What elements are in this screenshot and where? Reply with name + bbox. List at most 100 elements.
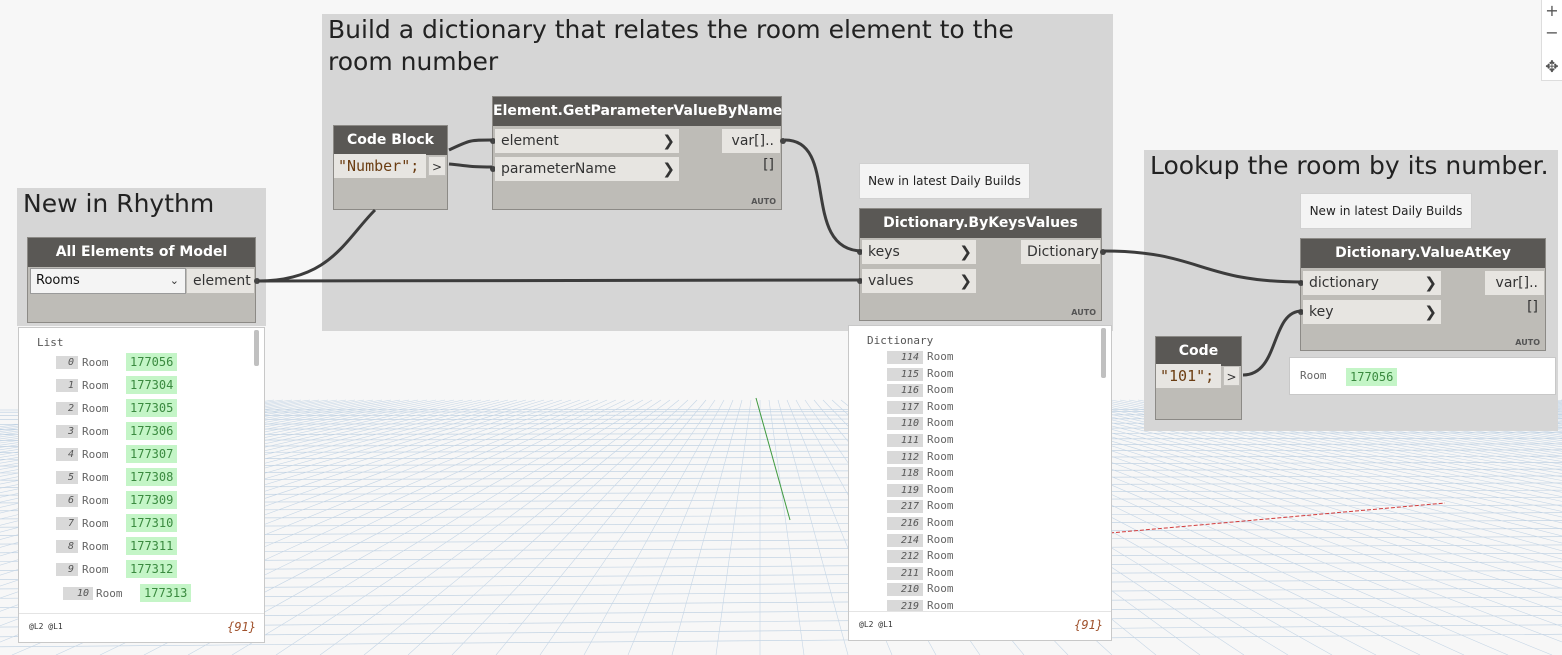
chevron-right-icon: ❯ — [959, 243, 972, 261]
row-index: 8 — [56, 540, 78, 553]
row-label: Room — [1300, 369, 1327, 382]
entry-key: 214 — [887, 533, 923, 547]
port-label: var[]..[] — [1495, 275, 1538, 315]
entry-key: 115 — [887, 367, 923, 381]
node-element-getparametervaluebyname[interactable]: Element.GetParameterValueByName element … — [490, 96, 786, 210]
input-port-element[interactable]: element ❯ — [495, 129, 679, 153]
node-all-elements-of-model-category[interactable]: All Elements of Model Category Rooms ⌄ e… — [27, 237, 260, 323]
row-label: Room — [82, 517, 109, 530]
zoom-controls: + − ✥ — [1541, 0, 1562, 81]
output-connector-dot[interactable] — [780, 138, 786, 144]
row-label: Room — [96, 587, 123, 600]
list-item: 3 Room 177306 — [19, 422, 249, 442]
entry-key: 114 — [887, 351, 923, 364]
item-count: {91} — [1074, 618, 1103, 632]
group-title: Lookup the room by its number. — [1150, 151, 1549, 180]
port-label: var[]..[] — [731, 133, 774, 173]
list-levels[interactable]: @L2 @L1 — [859, 620, 893, 629]
entry-key: 212 — [887, 550, 923, 564]
preview-footer: @L2 @L1 {91} — [19, 613, 264, 642]
port-label: key — [1309, 304, 1334, 320]
port-label: keys — [868, 244, 900, 260]
note-daily-builds[interactable]: New in latest Daily Builds — [1300, 193, 1472, 229]
entry-label: Room — [927, 565, 954, 579]
node-title: Dictionary.ByKeysValues — [860, 209, 1101, 238]
code-editor[interactable]: "101"; — [1156, 364, 1221, 388]
row-label: Room — [82, 402, 109, 415]
row-value: 177309 — [126, 491, 178, 509]
entry-label: Room — [927, 350, 954, 363]
row-value: 177312 — [126, 560, 178, 578]
input-port-values[interactable]: values ❯ — [862, 269, 976, 293]
list-item: 8 Room 177311 — [19, 537, 249, 557]
preview-list[interactable]: List 0 Room 177056 1 Room 177304 2 Room 177305 3 R… — [18, 327, 265, 643]
code-editor[interactable]: "Number"; — [334, 154, 426, 178]
output-port-dictionary[interactable]: Dictionary — [1021, 240, 1100, 264]
preview-scrollbar[interactable] — [1101, 328, 1106, 378]
entry-key: 116 — [887, 384, 923, 398]
entry-key: 118 — [887, 467, 923, 481]
list-levels[interactable]: @L2 @L1 — [29, 622, 63, 631]
list-item: 6 Room 177309 — [19, 491, 249, 511]
node-title: Element.GetParameterValueByName — [493, 97, 782, 126]
output-port-var[interactable]: var[]..[] — [1485, 271, 1544, 315]
input-port-keys[interactable]: keys ❯ — [862, 240, 976, 264]
entry-key: 217 — [887, 500, 923, 514]
preview-header: List — [37, 336, 64, 349]
row-value: 177304 — [126, 376, 178, 394]
node-title: All Elements of Model Category — [28, 238, 255, 289]
output-port-var[interactable]: var[]..[] — [722, 129, 780, 173]
category-dropdown[interactable]: Rooms ⌄ — [30, 268, 186, 294]
node-dictionary-valueatkey[interactable]: Dictionary.ValueAtKey dictionary ❯ key ❯… — [1298, 238, 1546, 351]
group-title: Build a dictionary that relates the room… — [328, 15, 1022, 76]
row-index: 0 — [56, 356, 78, 369]
entry-label: Room — [927, 499, 954, 513]
entry-key: 117 — [887, 400, 923, 414]
entry-label: Room — [927, 466, 954, 480]
output-connector-dot[interactable] — [1100, 249, 1106, 255]
list-item: 7 Room 177310 — [19, 514, 249, 534]
entry-label: Room — [927, 383, 954, 397]
chevron-right-icon: ❯ — [1424, 274, 1437, 292]
entry-label: Room — [927, 449, 954, 463]
row-label: Room — [82, 494, 109, 507]
input-port-parametername[interactable]: parameterName ❯ — [495, 157, 679, 181]
zoom-in-button[interactable]: + — [1542, 0, 1562, 22]
input-port-dictionary[interactable]: dictionary ❯ — [1303, 271, 1441, 295]
entry-key: 216 — [887, 517, 923, 530]
row-value: 177311 — [126, 537, 178, 555]
preview-dictionary[interactable]: Dictionary 114 Room 115 Room 116 Room 117 Room 1… — [848, 325, 1112, 641]
node-code-block-101[interactable]: Code Block "101"; > — [1155, 336, 1242, 420]
row-value: 177308 — [126, 468, 178, 486]
input-port-key[interactable]: key ❯ — [1303, 300, 1441, 324]
list-item: 2 Room 177305 — [19, 399, 249, 419]
note-text: New in latest Daily Builds — [1309, 204, 1463, 218]
row-value: 177307 — [126, 445, 178, 463]
entry-label: Room — [927, 416, 954, 430]
output-connector-dot[interactable] — [254, 278, 260, 284]
row-index: 3 — [56, 425, 78, 438]
row-value: 177305 — [126, 399, 178, 417]
code-output-arrow[interactable]: > — [1223, 366, 1240, 386]
node-dictionary-bykeysvalues[interactable]: Dictionary.ByKeysValues keys ❯ values ❯ … — [857, 208, 1106, 321]
node-code-block-number[interactable]: Code Block "Number"; > — [333, 125, 448, 210]
node-title: Code Block — [1156, 337, 1241, 388]
pan-icon[interactable]: ✥ — [1542, 56, 1562, 78]
entry-key: 210 — [887, 583, 923, 597]
list-item: 4 Room 177307 — [19, 445, 249, 465]
zoom-out-button[interactable]: − — [1542, 22, 1562, 44]
output-port-element[interactable]: element — [187, 269, 254, 293]
node-title: Dictionary.ValueAtKey — [1301, 239, 1545, 268]
row-label: Room — [82, 425, 109, 438]
row-index: 4 — [56, 448, 78, 461]
code-output-arrow[interactable]: > — [428, 156, 446, 176]
entry-key: 110 — [887, 417, 923, 431]
row-label: Room — [82, 563, 109, 576]
preview-scrollbar[interactable] — [254, 330, 259, 366]
row-label: Room — [82, 471, 109, 484]
entry-key: 111 — [887, 434, 923, 447]
preview-value-at-key[interactable]: Room 177056 — [1289, 357, 1556, 395]
port-label: dictionary — [1309, 275, 1379, 291]
row-value: 177310 — [126, 514, 178, 532]
note-daily-builds[interactable]: New in latest Daily Builds — [859, 163, 1030, 199]
